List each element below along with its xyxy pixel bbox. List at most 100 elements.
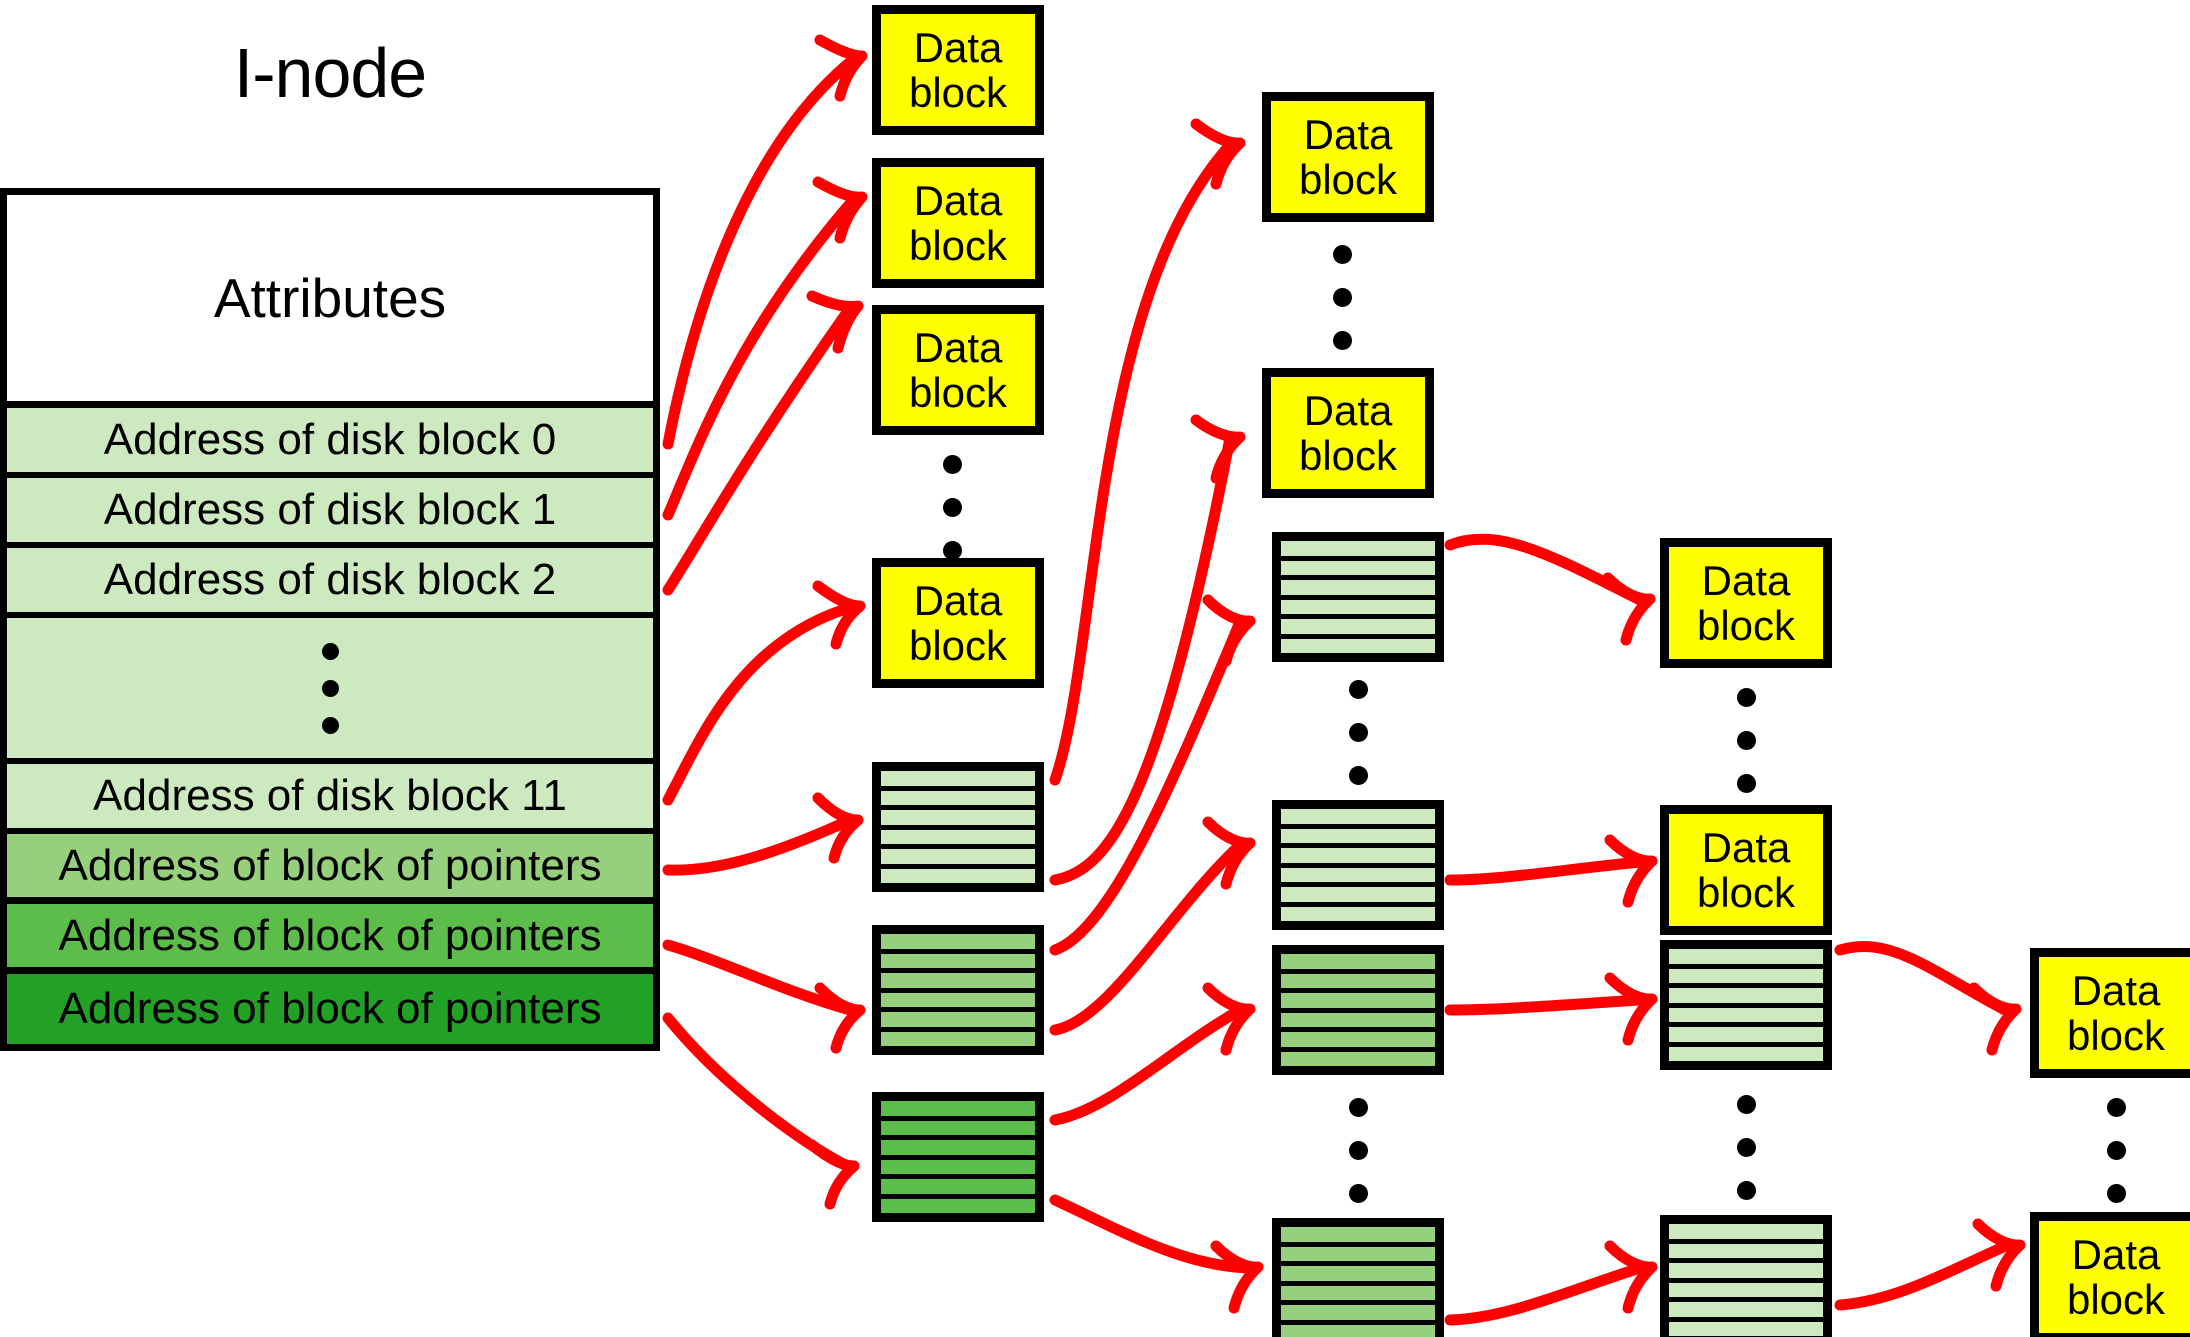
pointer-stripe xyxy=(1669,1224,1823,1239)
pointer-stripe xyxy=(1281,828,1435,843)
data-block-c1-3[interactable]: Data block xyxy=(872,558,1044,688)
inode-row-label: Address of disk block 2 xyxy=(103,555,557,604)
pointer-stripe xyxy=(1281,1227,1435,1242)
pointer-stripe xyxy=(1281,993,1435,1008)
data-block-line2: block xyxy=(2066,1276,2166,1323)
ellipsis-dot-icon xyxy=(1332,331,1352,350)
ellipsis-dot-icon xyxy=(1332,245,1352,264)
data-block-c2-0[interactable]: Data block xyxy=(1262,92,1434,222)
pointer-block-c3-0[interactable] xyxy=(1660,940,1832,1070)
pointer-stripe xyxy=(1281,1285,1435,1300)
ellipsis-dot-icon xyxy=(1736,774,1756,793)
data-block-c1-1[interactable]: Data block xyxy=(872,158,1044,288)
pointer-block-c2-1[interactable] xyxy=(1272,800,1444,930)
inode-row-disk-block-1[interactable]: Address of disk block 1 xyxy=(7,478,653,548)
data-block-c3-0[interactable]: Data block xyxy=(1660,538,1832,668)
inode-row-disk-block-0[interactable]: Address of disk block 0 xyxy=(7,408,653,478)
pointer-stripe xyxy=(881,1012,1035,1027)
ellipsis-dot-icon xyxy=(1348,1141,1368,1160)
pointer-stripe xyxy=(1281,1051,1435,1066)
pointer-stripe xyxy=(881,1031,1035,1046)
pointer-stripe xyxy=(881,953,1035,968)
data-block-line1: Data xyxy=(913,176,1003,224)
ellipsis-dot-icon xyxy=(2106,1141,2126,1160)
pointer-stripe xyxy=(1281,638,1435,653)
pointer-stripe xyxy=(1281,954,1435,969)
data-block-line2: block xyxy=(1298,156,1398,203)
data-block-c4-1[interactable]: Data block xyxy=(2030,1212,2190,1337)
pointer-block-c1-triple-indirect[interactable] xyxy=(872,1092,1044,1222)
ellipsis-dot-icon xyxy=(1736,1138,1756,1157)
pointer-stripe xyxy=(881,1101,1035,1116)
pointer-block-c2-3[interactable] xyxy=(1272,1218,1444,1337)
inode-row-triple-indirect[interactable]: Address of block of pointers xyxy=(7,974,653,1044)
vertical-ellipsis-c4-a xyxy=(2104,1098,2128,1203)
ellipsis-dot-icon xyxy=(1348,723,1368,742)
pointer-block-c2-0[interactable] xyxy=(1272,532,1444,662)
inode-row-disk-block-2[interactable]: Address of disk block 2 xyxy=(7,548,653,618)
pointer-stripe xyxy=(1281,599,1435,614)
pointer-stripe xyxy=(1669,1302,1823,1317)
pointer-stripe xyxy=(1281,887,1435,902)
data-block-c1-2[interactable]: Data block xyxy=(872,305,1044,435)
pointer-stripe xyxy=(1669,1046,1823,1061)
pointer-stripe xyxy=(1281,906,1435,921)
ellipsis-dot-icon xyxy=(321,679,339,697)
ellipsis-dot-icon xyxy=(321,716,339,734)
pointer-stripe xyxy=(881,849,1035,864)
pointer-stripe xyxy=(1281,809,1435,824)
pointer-stripe xyxy=(1281,848,1435,863)
data-block-c3-1[interactable]: Data block xyxy=(1660,805,1832,935)
data-block-line1: Data xyxy=(1303,110,1393,158)
pointer-stripe xyxy=(881,829,1035,844)
pointer-stripe xyxy=(1281,1012,1435,1027)
pointer-stripe xyxy=(1281,1032,1435,1047)
ellipsis-dot-icon xyxy=(2106,1098,2126,1117)
pointer-stripe xyxy=(1281,867,1435,882)
ellipsis-dot-icon xyxy=(1348,1184,1368,1203)
inode-attributes-label: Attributes xyxy=(213,266,447,329)
inode-row-disk-block-11[interactable]: Address of disk block 11 xyxy=(7,764,653,834)
pointer-stripe xyxy=(1669,1282,1823,1297)
pointer-stripe xyxy=(1669,1027,1823,1042)
inode-row-attributes[interactable]: Attributes xyxy=(7,195,653,408)
inode-row-double-indirect[interactable]: Address of block of pointers xyxy=(7,904,653,974)
pointer-stripe xyxy=(1281,1266,1435,1281)
data-block-line1: Data xyxy=(913,576,1003,624)
pointer-stripe xyxy=(1281,1324,1435,1337)
vertical-ellipsis-c2-c xyxy=(1346,1098,1370,1203)
inode-row-label: Address of disk block 0 xyxy=(103,415,557,464)
page-title: I-node xyxy=(233,34,427,112)
pointer-stripe xyxy=(881,771,1035,786)
data-block-line1: Data xyxy=(2071,966,2161,1014)
pointer-stripe xyxy=(1669,1321,1823,1336)
pointer-stripe xyxy=(881,1120,1035,1135)
data-block-c1-0[interactable]: Data block xyxy=(872,5,1044,135)
pointer-block-c1-double-indirect[interactable] xyxy=(872,925,1044,1055)
pointer-block-c3-1[interactable] xyxy=(1660,1215,1832,1337)
data-block-line2: block xyxy=(1696,602,1796,649)
data-block-line1: Data xyxy=(913,23,1003,71)
pointer-stripe xyxy=(1669,1263,1823,1278)
data-block-c2-1[interactable]: Data block xyxy=(1262,368,1434,498)
ellipsis-dot-icon xyxy=(1348,680,1368,699)
pointer-stripe xyxy=(1281,560,1435,575)
pointer-block-c2-2[interactable] xyxy=(1272,945,1444,1075)
vertical-ellipsis-c3-a xyxy=(1734,688,1758,793)
data-block-line1: Data xyxy=(1701,556,1791,604)
pointer-stripe xyxy=(1669,1007,1823,1022)
inode-row-single-indirect[interactable]: Address of block of pointers xyxy=(7,834,653,904)
pointer-stripe xyxy=(881,1179,1035,1194)
ellipsis-dot-icon xyxy=(2106,1184,2126,1203)
vertical-ellipsis-c3-b xyxy=(1734,1095,1758,1200)
inode-row-label: Address of disk block 11 xyxy=(93,771,567,820)
data-block-line1: Data xyxy=(913,323,1003,371)
data-block-line2: block xyxy=(908,622,1008,669)
data-block-c4-0[interactable]: Data block xyxy=(2030,948,2190,1078)
pointer-stripe xyxy=(1669,949,1823,964)
pointer-stripe xyxy=(881,1198,1035,1213)
inode-diagram: .ar { fill:none; stroke:#ff0000; stroke-… xyxy=(0,0,2190,1337)
inode-row-label: Address of block of pointers xyxy=(58,840,602,890)
node-layer: I-node Attributes Address of disk block … xyxy=(0,0,2190,1337)
pointer-block-c1-single-indirect[interactable] xyxy=(872,762,1044,892)
